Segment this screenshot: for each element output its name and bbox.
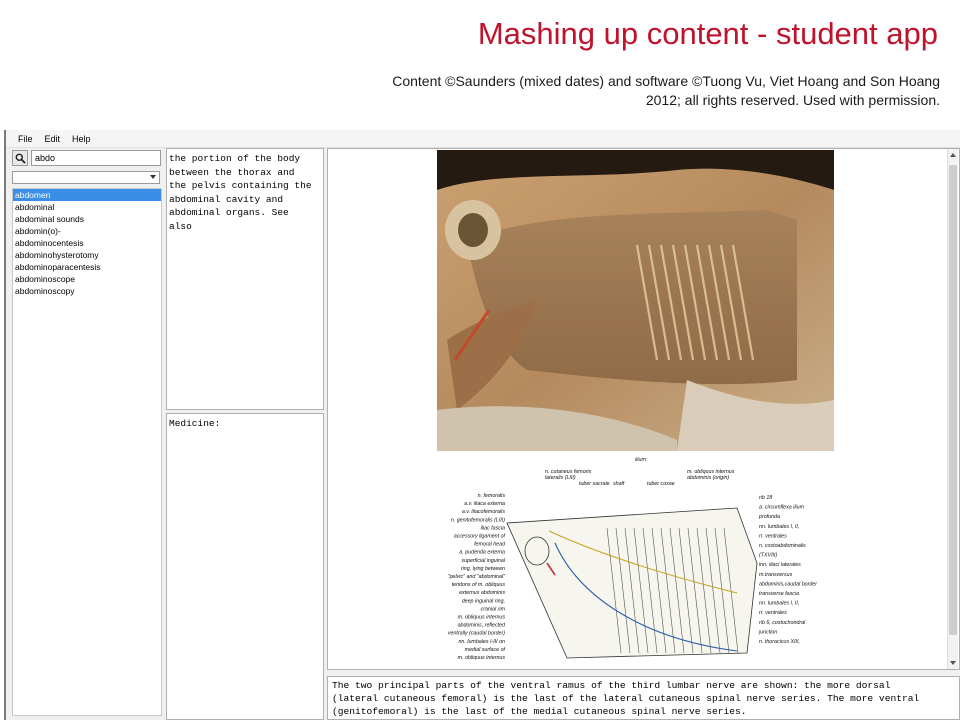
menu-bar: File Edit Help [6, 130, 960, 148]
caption-line: (lateral cutaneous femoral) is the last … [332, 693, 920, 704]
diagram-label: profunda [758, 514, 780, 520]
diagram-label: n. costoabdominalis [759, 543, 806, 549]
scroll-up-icon[interactable] [950, 153, 956, 157]
diagram-label: (TXVIII) [759, 553, 777, 559]
diagram-label: n. femoralis [478, 493, 506, 499]
scroll-down-icon[interactable] [950, 661, 956, 665]
diagram-label: rr. ventrales [759, 533, 787, 539]
diagram-label: ilium: [635, 457, 648, 463]
diagram-body [506, 507, 758, 659]
search-input[interactable]: abdo [31, 150, 161, 166]
diagram-label: shaft [613, 481, 625, 487]
diagram-label: lnn. iliaci laterales [759, 562, 801, 568]
app-window: File Edit Help abdo abdomen abdominal abdo… [4, 130, 960, 720]
anatomy-photo [437, 150, 834, 451]
diagram-label: tendons of m. obliquus [452, 582, 506, 588]
diagram-label: abdominis (origin) [687, 475, 729, 481]
word-list-item[interactable]: abdominocentesis [13, 237, 161, 249]
slide-credit: Content ©Saunders (mixed dates) and soft… [392, 73, 940, 108]
diagram-label: tuber coxae [647, 481, 675, 487]
diagram-label: abdominis,caudal border [759, 581, 817, 587]
menu-edit[interactable]: Edit [43, 134, 63, 144]
medicine-label: Medicine: [169, 418, 221, 429]
medicine-pane: Medicine: [166, 413, 324, 720]
diagram-label: nn. lumbales I-III on [458, 639, 505, 645]
diagram-label: n. thoracicus XIII, [759, 639, 800, 645]
diagram-label: a. circumflexa ilium [759, 505, 805, 511]
image-pane: ilium: n. cutaneus femoris lateralis (LIII… [327, 148, 960, 670]
diagram-label: "pelvic" and "abdominal" [448, 574, 506, 580]
anatomy-diagram: ilium: n. cutaneus femoris lateralis (LIII… [437, 453, 834, 669]
diagram-label: transverse fascia [759, 591, 799, 597]
diagram-label: accessory ligament of [454, 534, 506, 540]
menu-file[interactable]: File [16, 134, 35, 144]
diagram-label: rr. ventrales [759, 610, 787, 616]
diagram-label: n. genitofemoralis (LIII) [451, 517, 505, 523]
diagram-label: a.v. iliaca externa [464, 501, 505, 507]
vertical-scrollbar[interactable] [947, 149, 958, 669]
diagram-label: nn. lumbales I, II, [759, 524, 799, 530]
diagram-label: medial surface of [465, 647, 506, 653]
diagram-label: abdominis, reflected [458, 623, 506, 629]
diagram-label: nn. lumbales I, II, [759, 601, 799, 607]
caption-line: The two principal parts of the ventral r… [332, 680, 891, 691]
diagram-label: ring, lying between [461, 566, 505, 572]
diagram-label: lateralis (LIII) [545, 475, 576, 481]
diagram-label: superficial inguinal [461, 558, 505, 564]
diagram-label: femoral head [474, 542, 506, 548]
search-button[interactable] [12, 150, 28, 166]
word-list-item[interactable]: abdominohysterotomy [13, 249, 161, 261]
diagram-label: junction [758, 629, 777, 635]
word-list-item[interactable]: abdomen [13, 189, 161, 201]
dictionary-dropdown[interactable] [12, 171, 160, 184]
word-list-item[interactable]: abdominal [13, 201, 161, 213]
diagram-label: m.transversus [759, 572, 793, 578]
menu-help[interactable]: Help [70, 134, 93, 144]
caption-line: (genitofemoral) is the last of the media… [332, 706, 747, 717]
diagram-label: m. obliquus internus [458, 615, 506, 621]
diagram-label: a. pudenda externa [459, 550, 505, 556]
scroll-thumb[interactable] [949, 165, 957, 635]
search-row: abdo [12, 149, 162, 167]
search-icon [15, 153, 26, 164]
diagram-label: iliac fascia [481, 525, 505, 531]
diagram-label: a.v. iliacofemoralis [462, 509, 506, 515]
word-list-item[interactable]: abdominoscopy [13, 285, 161, 297]
word-list-item[interactable]: abdominoparacentesis [13, 261, 161, 273]
diagram-label: ventrally (caudal border) [448, 631, 505, 637]
chevron-down-icon [150, 175, 156, 179]
caption-pane: The two principal parts of the ventral r… [327, 676, 960, 720]
definition-text: the portion of the body between the thor… [166, 148, 324, 410]
diagram-label: cranial rim [481, 606, 506, 612]
diagram-label: rib 6, costochondral [759, 620, 806, 626]
slide-title: Mashing up content - student app [477, 16, 938, 51]
word-list-item[interactable]: abdominoscope [13, 273, 161, 285]
diagram-label: rib 18 [759, 495, 772, 501]
diagram-label: m. obliquus internus [458, 655, 506, 661]
word-list: abdomen abdominal abdominal sounds abdomin(… [12, 188, 162, 716]
word-list-item[interactable]: abdomin(o)- [13, 225, 161, 237]
diagram-label: deep inguinal ring, [462, 598, 505, 604]
diagram-label: externus abdominis [459, 590, 505, 596]
diagram-label: tuber sacrale [579, 481, 610, 487]
word-list-item[interactable]: abdominal sounds [13, 213, 161, 225]
left-pane: abdo abdomen abdominal abdominal sounds abd… [12, 148, 162, 720]
